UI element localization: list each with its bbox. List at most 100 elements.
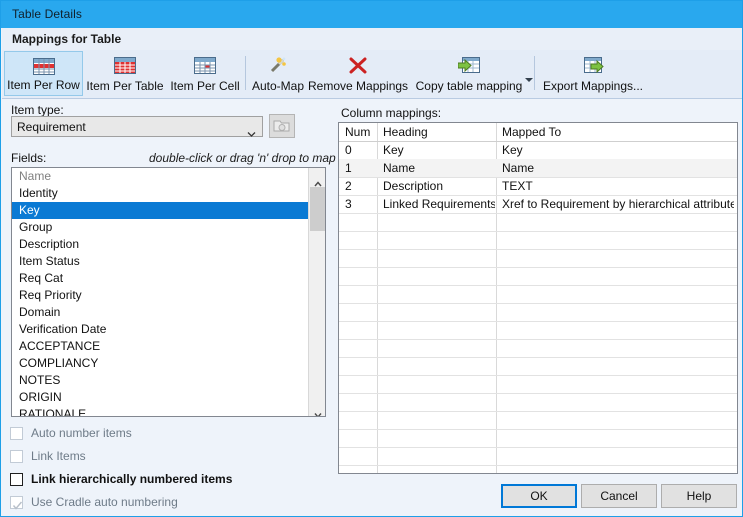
fields-list-item[interactable]: Identity — [12, 185, 308, 202]
fields-list-item[interactable]: ORIGIN — [12, 389, 308, 406]
toolbar-remove-mappings-label: Remove Mappings — [308, 79, 409, 93]
fields-list-item[interactable]: Verification Date — [12, 321, 308, 338]
fields-list-item[interactable]: ACCEPTANCE — [12, 338, 308, 355]
column-mappings-label: Column mappings: — [341, 106, 442, 120]
table-row[interactable]: 2 Description TEXT — [339, 177, 737, 196]
grid-cell — [502, 465, 734, 473]
cancel-button[interactable]: Cancel — [581, 484, 657, 508]
grid-cell — [383, 249, 495, 267]
toolbar-export-mappings[interactable]: Export Mappings... — [537, 51, 649, 96]
table-row[interactable]: 3 Linked Requirements Xref to Requirement … — [339, 195, 737, 214]
table-row-empty[interactable] — [339, 465, 737, 473]
chevron-down-icon — [247, 125, 256, 137]
grid-cell — [345, 213, 377, 231]
grid-row-icon — [32, 58, 55, 80]
toolbar-remove-mappings[interactable]: Remove Mappings — [308, 51, 408, 96]
table-row-empty[interactable] — [339, 375, 737, 394]
grid-cell: Name — [502, 161, 535, 175]
help-button[interactable]: Help — [661, 484, 737, 508]
toolbar-item-per-cell-label: Item Per Cell — [170, 79, 240, 93]
magic-wand-icon — [267, 57, 289, 79]
toolbar-auto-map[interactable]: Auto-Map — [248, 51, 308, 96]
window-title: Table Details — [12, 7, 83, 21]
grid-cell — [502, 429, 734, 447]
table-row-empty[interactable] — [339, 339, 737, 358]
grid-cell — [383, 411, 495, 429]
fields-list[interactable]: Name Identity Key Group Description Item Stat… — [11, 167, 326, 417]
toolbar-auto-map-label: Auto-Map — [251, 79, 305, 93]
fields-list-item[interactable]: RATIONALE — [12, 406, 308, 416]
table-row-empty[interactable] — [339, 321, 737, 340]
grid-cell — [502, 303, 734, 321]
toolbar-export-mappings-label: Export Mappings... — [542, 79, 644, 93]
table-row[interactable]: 0 Key Key — [339, 141, 737, 160]
chevron-down-icon[interactable] — [525, 78, 533, 82]
fields-list-rows: Name Identity Key Group Description Item Stat… — [12, 168, 308, 416]
ok-button[interactable]: OK — [501, 484, 577, 508]
fields-list-header: Name — [19, 169, 52, 183]
grid-cell — [502, 249, 734, 267]
checkbox-box — [10, 427, 23, 440]
table-row[interactable]: 1 Name Name — [339, 159, 737, 178]
grid-cell — [502, 231, 734, 249]
table-row-empty[interactable] — [339, 393, 737, 412]
title-bar: Table Details — [1, 1, 742, 28]
fields-list-item[interactable]: Req Priority — [12, 287, 308, 304]
fields-list-item[interactable]: Key — [12, 202, 308, 219]
scrollbar-thumb[interactable] — [310, 187, 325, 231]
fields-list-item[interactable]: Description — [12, 236, 308, 253]
checkbox-box — [10, 496, 23, 510]
checkbox-box — [10, 450, 23, 463]
table-row-empty[interactable] — [339, 303, 737, 322]
grid-cell — [502, 393, 734, 411]
grid-cell — [345, 357, 377, 375]
fields-list-item[interactable]: NOTES — [12, 372, 308, 389]
table-row-empty[interactable] — [339, 357, 737, 376]
table-details-dialog: Table Details Mappings for Table Item Pe… — [0, 0, 743, 517]
grid-cell — [345, 303, 377, 321]
item-type-value: Requirement — [17, 120, 86, 134]
table-row-empty[interactable] — [339, 411, 737, 430]
fields-list-item[interactable]: Group — [12, 219, 308, 236]
scroll-down-button[interactable] — [309, 399, 325, 416]
grid-cell — [345, 249, 377, 267]
grid-header-row[interactable]: Num Heading Mapped To — [339, 123, 737, 142]
grid-cell: Description — [383, 179, 444, 193]
column-mappings-grid[interactable]: Num Heading Mapped To 0 Key Key 1 Name Name 2 Desc… — [338, 122, 738, 474]
checkbox-label: Auto number items — [31, 426, 132, 440]
grid-cell — [345, 285, 377, 303]
toolbar-item-per-row[interactable]: Item Per Row — [4, 51, 83, 96]
toolbar-copy-table-mapping[interactable]: Copy table mapping — [410, 51, 528, 96]
table-row-empty[interactable] — [339, 285, 737, 304]
checkbox-label: Link hierarchically numbered items — [31, 472, 233, 486]
fields-list-item[interactable]: Req Cat — [12, 270, 308, 287]
table-row-empty[interactable] — [339, 447, 737, 466]
grid-cell — [383, 339, 495, 357]
grid-cell — [383, 465, 495, 473]
table-row-empty[interactable] — [339, 267, 737, 286]
table-row-empty[interactable] — [339, 231, 737, 250]
fields-list-item[interactable]: COMPLIANCY — [12, 355, 308, 372]
grid-cell — [383, 267, 495, 285]
grid-cell: Key — [383, 143, 404, 157]
grid-cell — [383, 393, 495, 411]
scroll-up-button[interactable] — [309, 168, 325, 187]
grid-cell — [502, 213, 734, 231]
grid-cell — [383, 357, 495, 375]
fields-list-scrollbar[interactable] — [308, 168, 325, 416]
chevron-down-icon — [314, 405, 322, 416]
grid-cell: Linked Requirements — [383, 197, 495, 211]
fields-list-item[interactable]: Domain — [12, 304, 308, 321]
grid-cell — [383, 447, 495, 465]
toolbar-item-per-cell[interactable]: Item Per Cell — [167, 51, 243, 96]
table-row-empty[interactable] — [339, 429, 737, 448]
grid-cell — [383, 303, 495, 321]
checkbox-box[interactable] — [10, 473, 23, 486]
table-row-empty[interactable] — [339, 213, 737, 232]
grid-cell — [383, 375, 495, 393]
browse-item-type-button[interactable] — [269, 114, 295, 138]
toolbar-item-per-table[interactable]: Item Per Table — [85, 51, 165, 96]
item-type-select[interactable]: Requirement — [11, 116, 263, 137]
table-row-empty[interactable] — [339, 249, 737, 268]
fields-list-item[interactable]: Item Status — [12, 253, 308, 270]
